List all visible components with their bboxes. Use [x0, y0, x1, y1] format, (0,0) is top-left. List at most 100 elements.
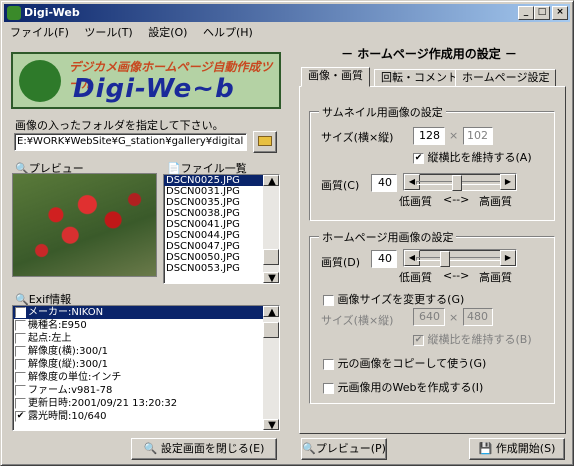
- exif-checkbox[interactable]: [15, 358, 26, 370]
- exif-row-label: 解像度(横):300/1: [28, 346, 108, 357]
- exif-row-label: メーカー:NIKON: [28, 307, 104, 318]
- exif-row[interactable]: 更新日時:2001/09/21 13:20:32: [13, 397, 263, 410]
- list-item[interactable]: DSCN0038.JPG: [164, 208, 279, 219]
- scroll-down-icon[interactable]: ▼: [263, 419, 279, 431]
- folder-path-input[interactable]: E:¥WORK¥WebSite¥G_station¥gallery¥digita…: [14, 133, 247, 151]
- list-item[interactable]: DSCN0050.JPG: [164, 252, 279, 263]
- preview-button[interactable]: 🔍プレビュー(P): [301, 438, 387, 460]
- exif-row-label: ファーム:v981-78: [28, 385, 113, 396]
- exif-row-label: 解像度の単位:インチ: [28, 372, 122, 383]
- exif-scrollbar[interactable]: ▲ ▼: [263, 306, 279, 431]
- exif-checkbox[interactable]: [15, 384, 26, 396]
- copy-original-checkbox[interactable]: [323, 358, 334, 370]
- exif-row[interactable]: 解像度(縦):300/1: [13, 358, 263, 371]
- menu-settings[interactable]: 設定(O): [142, 23, 193, 42]
- exif-list[interactable]: メーカー:NIKON 機種名:E950 起点:左上解像度(横):300/1 解像度(縦…: [12, 305, 280, 431]
- thumb-keep-ratio-checkbox[interactable]: ✔: [413, 152, 424, 164]
- file-list-scrollbar[interactable]: ▲ ▼: [263, 175, 279, 284]
- hp-keep-ratio[interactable]: ✔ 縦横比を維持する(B): [413, 331, 532, 347]
- start-button[interactable]: 💾 作成開始(S): [469, 438, 565, 460]
- thumb-size-label: サイズ(横×縦): [321, 131, 394, 144]
- maximize-button[interactable]: □: [534, 6, 550, 20]
- list-item[interactable]: DSCN0044.JPG: [164, 230, 279, 241]
- copy-original-option[interactable]: 元の画像をコピーして使う(G): [323, 355, 486, 371]
- thumb-quality-input[interactable]: 40: [371, 174, 397, 192]
- hp-arrow-label: <-->: [443, 269, 470, 282]
- tab-image-quality[interactable]: 画像・画質: [301, 67, 370, 87]
- slider-right-icon[interactable]: ▶: [500, 174, 516, 190]
- hp-size-label: サイズ(横×縦): [321, 314, 394, 327]
- list-item[interactable]: DSCN0053.JPG: [164, 263, 279, 274]
- close-button[interactable]: ×: [552, 6, 568, 20]
- start-btn-label: 作成開始(S): [495, 442, 556, 455]
- title-bar: Digi-Web _ □ ×: [4, 4, 570, 22]
- hp-high-label: 高画質: [479, 271, 512, 284]
- thumb-keep-ratio[interactable]: ✔ 縦横比を維持する(A): [413, 149, 532, 165]
- exif-row-label: 露光時間:10/640: [28, 411, 107, 422]
- exif-checkbox[interactable]: [15, 345, 26, 357]
- hp-quality-slider-thumb[interactable]: [440, 251, 450, 267]
- list-item[interactable]: DSCN0041.JPG: [164, 219, 279, 230]
- exif-checkbox[interactable]: [15, 306, 26, 318]
- scroll-down-icon[interactable]: ▼: [263, 272, 279, 284]
- thumb-quality-slider[interactable]: ◀ ▶: [403, 173, 517, 191]
- hp-height-input[interactable]: 480: [463, 308, 493, 326]
- minimize-button[interactable]: _: [518, 6, 534, 20]
- menu-file[interactable]: ファイル(F): [4, 23, 75, 42]
- hp-quality-label: 画質(D): [321, 256, 361, 269]
- hp-quality-input[interactable]: 40: [371, 250, 397, 268]
- exif-checkbox[interactable]: [15, 319, 26, 331]
- tab-homepage[interactable]: ホームページ設定: [455, 69, 557, 87]
- thumb-height-input[interactable]: 102: [463, 127, 493, 145]
- folder-label: 画像の入ったフォルダを指定して下さい。: [15, 119, 224, 132]
- make-web-label: 元画像用のWebを作成する(I): [337, 381, 484, 394]
- exif-row[interactable]: 解像度の単位:インチ: [13, 371, 263, 384]
- open-folder-button[interactable]: [253, 131, 277, 153]
- list-item[interactable]: DSCN0047.JPG: [164, 241, 279, 252]
- list-item[interactable]: DSCN0031.JPG: [164, 186, 279, 197]
- list-item[interactable]: DSCN0025.JPG: [164, 175, 279, 186]
- exif-row[interactable]: メーカー:NIKON: [13, 306, 263, 319]
- exif-row-label: 起点:左上: [28, 333, 72, 344]
- exif-row[interactable]: ファーム:v981-78: [13, 384, 263, 397]
- scroll-thumb[interactable]: [263, 249, 279, 265]
- hp-quality-slider[interactable]: ◀ ▶: [403, 249, 517, 267]
- copy-original-label: 元の画像をコピーして使う(G): [337, 357, 487, 370]
- scroll-thumb[interactable]: [263, 322, 279, 338]
- thumb-arrow-label: <-->: [443, 193, 470, 206]
- preview-btn-icon: 🔍: [302, 442, 316, 455]
- exif-checkbox[interactable]: [15, 332, 26, 344]
- thumb-high-label: 高画質: [479, 195, 512, 208]
- list-item[interactable]: DSCN0035.JPG: [164, 197, 279, 208]
- change-size-checkbox[interactable]: [323, 294, 334, 306]
- scroll-up-icon[interactable]: ▲: [263, 175, 279, 187]
- exif-checkbox[interactable]: [15, 371, 26, 383]
- menu-bar: ファイル(F) ツール(T) 設定(O) ヘルプ(H): [4, 23, 570, 42]
- hp-width-input[interactable]: 640: [413, 308, 445, 326]
- exif-checkbox[interactable]: [15, 397, 26, 409]
- folder-icon: [258, 136, 272, 146]
- slider-right-icon[interactable]: ▶: [500, 250, 516, 266]
- exif-row[interactable]: 解像度(横):300/1: [13, 345, 263, 358]
- close-settings-button[interactable]: 🔍 設定画面を閉じる(E): [131, 438, 277, 460]
- hp-keep-ratio-checkbox[interactable]: ✔: [413, 334, 424, 346]
- scroll-up-icon[interactable]: ▲: [263, 306, 279, 318]
- exif-row[interactable]: 機種名:E950: [13, 319, 263, 332]
- exif-row[interactable]: ✔ 露光時間:10/640: [13, 410, 263, 423]
- tab-rotate-comment[interactable]: 回転・コメント: [374, 69, 465, 87]
- change-size-label: 画像サイズを変更する(G): [337, 293, 465, 306]
- exif-row-label: 解像度(縦):300/1: [28, 359, 108, 370]
- file-list[interactable]: DSCN0025.JPG DSCN0031.JPG DSCN0035.JPG D…: [163, 174, 280, 284]
- make-web-checkbox[interactable]: [323, 382, 334, 394]
- make-web-option[interactable]: 元画像用のWebを作成する(I): [323, 379, 483, 395]
- window-title: Digi-Web: [24, 6, 80, 19]
- exif-row[interactable]: 起点:左上: [13, 332, 263, 345]
- menu-tools[interactable]: ツール(T): [78, 23, 138, 42]
- thumb-quality-slider-thumb[interactable]: [452, 175, 462, 191]
- thumb-width-input[interactable]: 128: [413, 127, 445, 145]
- menu-help[interactable]: ヘルプ(H): [197, 23, 259, 42]
- app-icon: [7, 6, 21, 20]
- exif-checkbox[interactable]: ✔: [15, 410, 26, 422]
- change-size-option[interactable]: 画像サイズを変更する(G): [323, 291, 464, 307]
- settings-title: － ホームページ作成用の設定 －: [341, 47, 517, 61]
